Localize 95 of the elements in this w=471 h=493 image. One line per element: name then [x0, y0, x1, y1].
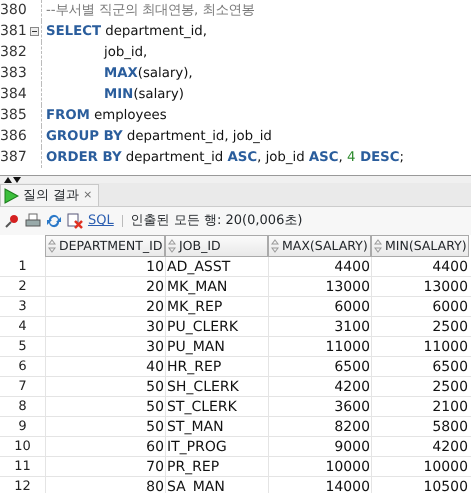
- table-cell: 2500: [371, 317, 469, 337]
- line-number: 387: [0, 148, 28, 167]
- table-cell: 9000: [268, 437, 371, 457]
- row-number: 4: [17, 318, 28, 336]
- table-cell: 30: [45, 317, 165, 337]
- table-cell: AD_ASST: [165, 257, 268, 277]
- table-cell: 5800: [371, 417, 469, 437]
- table-cell: 10500: [371, 477, 469, 493]
- table-cell: IT_PROG: [165, 437, 268, 457]
- table-cell: 20: [45, 297, 165, 317]
- code-line: job_id,: [102, 44, 148, 62]
- line-number: 385: [0, 106, 28, 125]
- table-cell: 50: [45, 377, 165, 397]
- table-cell: 6000: [268, 297, 371, 317]
- row-number: 6: [17, 358, 28, 376]
- table-cell: ST_CLERK: [165, 397, 268, 417]
- sort-icon[interactable]: [168, 239, 176, 253]
- row-number: 2: [17, 278, 28, 296]
- fold-toggle-icon[interactable]: [30, 27, 39, 36]
- sort-icon[interactable]: [48, 239, 56, 253]
- row-number: 7: [17, 378, 28, 396]
- code-line: GROUP BY department_id, job_id: [46, 128, 272, 146]
- code-line: FROM employees: [46, 106, 167, 125]
- column-header[interactable]: JOB_ID: [165, 235, 268, 257]
- line-number: 381: [0, 22, 28, 41]
- code-line: MAX(salary),: [103, 64, 193, 83]
- table-cell: PU_MAN: [165, 337, 268, 357]
- delete-document-icon[interactable]: [67, 213, 83, 229]
- table-cell: PU_CLERK: [165, 317, 268, 337]
- row-number: 11: [13, 458, 32, 476]
- table-cell: 3600: [268, 397, 371, 417]
- table-cell: 10000: [268, 457, 371, 477]
- table-cell: HR_REP: [165, 357, 268, 377]
- table-cell: SH_CLERK: [165, 377, 268, 397]
- table-cell: 20: [45, 277, 165, 297]
- row-number: 9: [17, 418, 28, 436]
- line-number: 380: [0, 1, 28, 20]
- sort-icon[interactable]: [271, 239, 279, 253]
- table-cell: 40: [45, 357, 165, 377]
- table-cell: 4400: [268, 257, 371, 277]
- results-tab[interactable]: 질의 결과 ×: [0, 184, 100, 206]
- column-header[interactable]: DEPARTMENT_ID: [45, 235, 165, 257]
- table-cell: 3100: [268, 317, 371, 337]
- table-cell: 13000: [268, 277, 371, 297]
- table-cell: 6500: [268, 357, 371, 377]
- table-cell: 2500: [371, 377, 469, 397]
- code-line: SELECT department_id,: [46, 22, 207, 41]
- row-number: 3: [17, 298, 28, 316]
- code-line: MIN(salary): [103, 86, 184, 104]
- table-cell: 8200: [268, 417, 371, 437]
- table-cell: 60: [45, 437, 165, 457]
- code-line: --부서별 직군의 최대연봉, 최소연봉: [46, 2, 255, 20]
- table-cell: 2100: [371, 397, 469, 417]
- line-number: 386: [0, 127, 28, 146]
- table-cell: SA_MAN: [165, 477, 268, 493]
- table-cell: 4200: [371, 437, 469, 457]
- table-cell: MK_MAN: [165, 277, 268, 297]
- sql-link[interactable]: SQL: [88, 211, 114, 231]
- table-cell: 10000: [371, 457, 469, 477]
- table-cell: 30: [45, 337, 165, 357]
- status-text: 인출된 모든 행: 20(0,006초): [130, 212, 302, 230]
- table-cell: 50: [45, 417, 165, 437]
- code-line: ORDER BY department_id ASC, job_id ASC, 4 DESC;: [46, 148, 404, 167]
- row-number: 1: [17, 258, 28, 276]
- table-cell: 4200: [268, 377, 371, 397]
- table-cell: 10: [45, 257, 165, 277]
- row-number: 5: [17, 338, 28, 356]
- table-cell: 14000: [268, 477, 371, 493]
- table-cell: 4400: [371, 257, 469, 277]
- table-cell: MK_REP: [165, 297, 268, 317]
- table-cell: 11000: [268, 337, 371, 357]
- table-cell: 70: [45, 457, 165, 477]
- play-icon: [3, 188, 19, 204]
- print-icon[interactable]: [25, 213, 41, 229]
- line-number: 383: [0, 64, 28, 83]
- refresh-icon[interactable]: [46, 213, 62, 229]
- close-icon[interactable]: ×: [83, 187, 92, 204]
- sort-icon[interactable]: [374, 239, 382, 253]
- row-number: 10: [13, 438, 32, 456]
- table-cell: 6000: [371, 297, 469, 317]
- row-number: 12: [13, 478, 32, 493]
- table-cell: 13000: [371, 277, 469, 297]
- line-number: 382: [0, 43, 28, 62]
- table-cell: ST_MAN: [165, 417, 268, 437]
- column-header[interactable]: MIN(SALARY): [371, 235, 469, 257]
- table-cell: 80: [45, 477, 165, 493]
- splitter-arrows-icon[interactable]: [4, 176, 24, 183]
- pin-icon[interactable]: [4, 213, 20, 229]
- table-cell: 6500: [371, 357, 469, 377]
- table-cell: 50: [45, 397, 165, 417]
- line-number: 384: [0, 85, 28, 104]
- column-header[interactable]: MAX(SALARY): [268, 235, 371, 257]
- table-cell: 11000: [371, 337, 469, 357]
- table-cell: PR_REP: [165, 457, 268, 477]
- row-number: 8: [17, 398, 28, 416]
